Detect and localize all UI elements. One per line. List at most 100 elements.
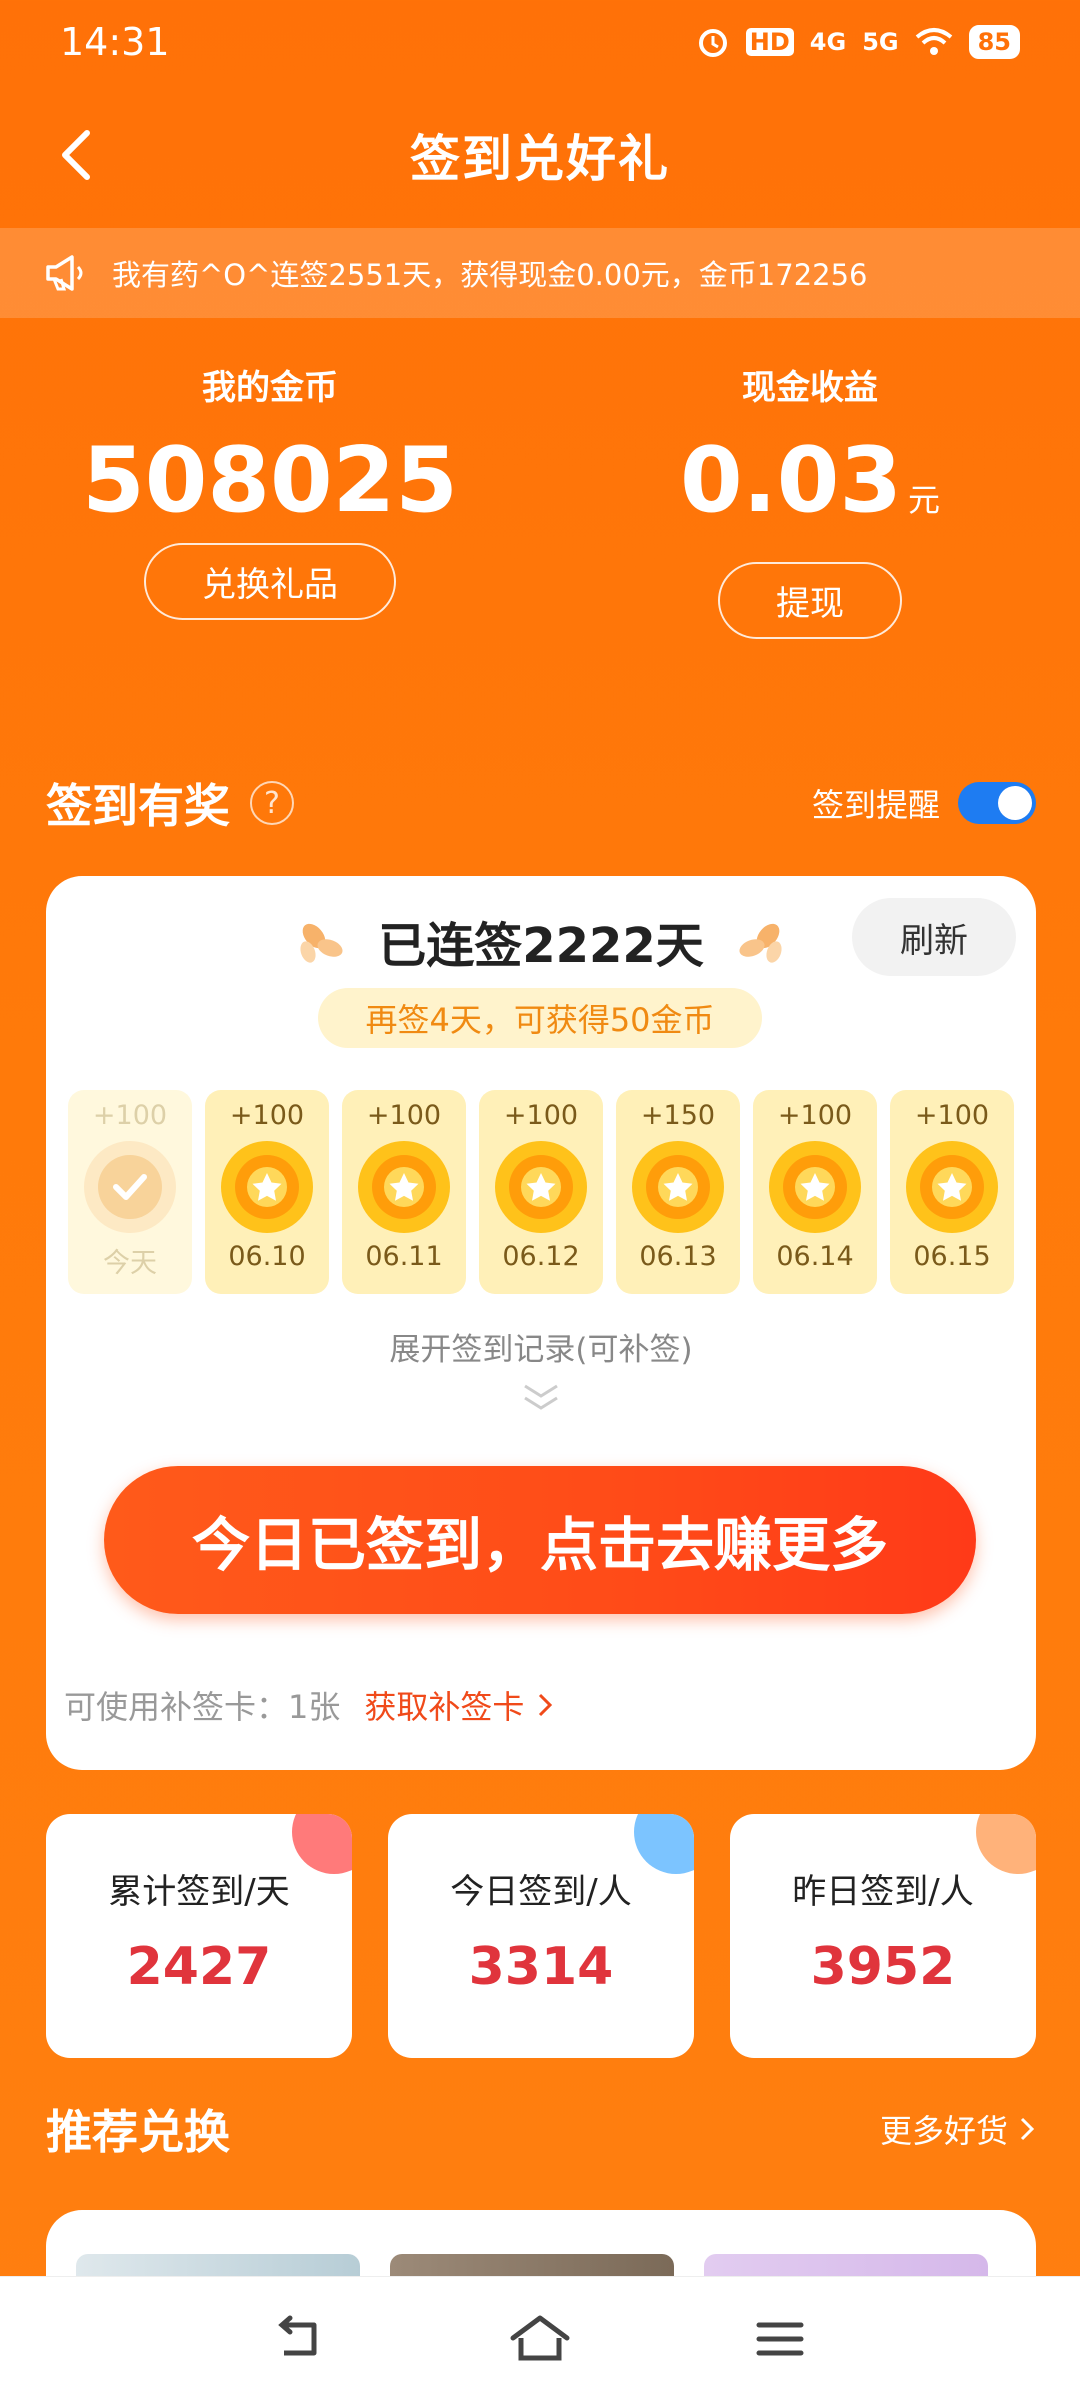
day-points: +100	[914, 1100, 990, 1131]
battery-indicator: 85	[968, 25, 1020, 59]
stat-card-total: 累计签到/天 2427	[46, 1814, 352, 2058]
signin-section-title-row: 签到有奖 ?	[46, 770, 294, 836]
star-coin-icon	[221, 1141, 313, 1233]
day-item[interactable]: +150 06.13	[616, 1090, 740, 1294]
help-icon[interactable]: ?	[250, 781, 294, 825]
star-coin-icon	[632, 1141, 724, 1233]
signin-stats: 累计签到/天 2427 今日签到/人 3314 昨日签到/人 3952	[46, 1814, 1036, 2058]
signal-5g-icon: 5G	[862, 28, 899, 56]
stat-card-label: 昨日签到/人	[792, 1872, 974, 1912]
chevron-left-icon	[62, 130, 90, 180]
day-item[interactable]: +100 06.11	[342, 1090, 466, 1294]
day-item[interactable]: +100 06.10	[205, 1090, 329, 1294]
get-makeup-card-link[interactable]: 获取补签卡	[364, 1682, 554, 1728]
day-item[interactable]: +100 06.12	[479, 1090, 603, 1294]
day-date: 06.14	[776, 1241, 854, 1272]
day-date: 06.10	[228, 1241, 306, 1272]
withdraw-button[interactable]: 提现	[718, 562, 902, 639]
day-points: +150	[640, 1100, 716, 1131]
cash-block: 现金收益 0.03 元 提现	[610, 360, 1010, 639]
signin-section-title: 签到有奖	[46, 779, 230, 833]
back-arrow-icon	[278, 2315, 317, 2355]
cash-value-row: 0.03 元	[610, 431, 1010, 550]
day-date: 06.15	[913, 1241, 991, 1272]
coins-block: 我的金币 508025 兑换礼品	[70, 360, 470, 620]
signin-section-header: 签到有奖 ? 签到提醒	[46, 770, 1036, 836]
reminder-toggle[interactable]	[958, 782, 1036, 824]
double-chevron-down-icon[interactable]	[521, 1382, 561, 1412]
balance-summary: 我的金币 508025 兑换礼品 现金收益 0.03 元 提现	[0, 360, 1080, 640]
page-title: 签到兑好礼	[410, 130, 670, 188]
cash-label: 现金收益	[742, 368, 878, 408]
day-date: 今天	[103, 1248, 157, 1279]
laurel-right-icon	[728, 916, 788, 966]
star-coin-icon	[906, 1141, 998, 1233]
hd-icon: HD	[745, 28, 794, 56]
coins-value: 508025	[82, 428, 458, 533]
makeup-card-row: 可使用补签卡： 1张 获取补签卡	[64, 1682, 554, 1728]
exchange-gift-button[interactable]: 兑换礼品	[144, 543, 396, 620]
recommend-title: 推荐兑换	[46, 2105, 230, 2159]
star-coin-icon	[358, 1141, 450, 1233]
day-points: +100	[366, 1100, 442, 1131]
system-home-button[interactable]	[495, 2294, 585, 2384]
stat-card-yesterday: 昨日签到/人 3952	[730, 1814, 1036, 2058]
makeup-label: 可使用补签卡：	[64, 1688, 289, 1726]
day-points: +100	[503, 1100, 579, 1131]
stat-card-value: 3314	[468, 1937, 614, 1997]
reminder-label: 签到提醒	[811, 786, 940, 824]
stat-card-label: 今日签到/人	[450, 1872, 632, 1912]
day-item[interactable]: +100 06.15	[890, 1090, 1014, 1294]
get-makeup-card-label: 获取补签卡	[364, 1688, 525, 1726]
refresh-button[interactable]: 刷新	[852, 898, 1016, 976]
day-date: 06.13	[639, 1241, 717, 1272]
recommend-section-header: 推荐兑换 更多好货	[46, 2096, 1036, 2162]
notice-text: 我有药^O^连签2551天，获得现金0.00元，金币172256	[112, 258, 868, 292]
reward-hint: 再签4天，可获得50金币	[318, 988, 762, 1048]
day-points: +100	[777, 1100, 853, 1131]
expand-records-link[interactable]: 展开签到记录(可补签)	[46, 1324, 1036, 1369]
back-button[interactable]	[40, 120, 110, 190]
star-coin-icon	[495, 1141, 587, 1233]
more-goods-link[interactable]: 更多好货	[880, 2106, 1036, 2152]
earn-more-button[interactable]: 今日已签到，点击去赚更多	[104, 1466, 976, 1614]
nav-bar: 签到兑好礼	[0, 100, 1080, 210]
wifi-icon	[915, 27, 953, 57]
reminder-row: 签到提醒	[812, 780, 1036, 826]
stat-card-value: 2427	[126, 1937, 272, 1997]
cash-unit: 元	[908, 481, 941, 519]
home-icon	[510, 2315, 570, 2360]
makeup-count: 1张	[288, 1688, 341, 1726]
alarm-icon	[696, 25, 730, 59]
cash-value: 0.03	[679, 428, 903, 533]
day-item[interactable]: +100 06.14	[753, 1090, 877, 1294]
chevron-right-icon	[1020, 2117, 1035, 2141]
status-icons: HD 4G 5G 85	[696, 25, 1020, 59]
day-points: +100	[92, 1100, 168, 1131]
system-menu-button[interactable]	[735, 2294, 825, 2384]
chevron-right-icon	[539, 1693, 553, 1717]
stat-card-today: 今日签到/人 3314	[388, 1814, 694, 2058]
day-list: +100 今天 +100 06.10 +100 06.11 +100 06.12…	[68, 1090, 1014, 1294]
signal-4g-icon: 4G	[809, 28, 847, 56]
toggle-knob	[998, 786, 1032, 820]
streak-text: 已连签2222天	[378, 918, 704, 974]
notice-banner: 我有药^O^连签2551天，获得现金0.00元，金币172256	[0, 228, 1080, 318]
laurel-left-icon	[294, 916, 354, 966]
stat-card-label: 累计签到/天	[108, 1872, 290, 1912]
more-goods-label: 更多好货	[879, 2112, 1008, 2150]
status-bar: 14:31 HD 4G 5G 85	[0, 0, 1080, 84]
signin-card: 已连签2222天 刷新 再签4天，可获得50金币 +100 今天 +100 06…	[46, 876, 1036, 1770]
star-coin-icon	[769, 1141, 861, 1233]
check-coin-icon	[84, 1141, 176, 1233]
megaphone-icon	[44, 253, 88, 293]
day-points: +100	[229, 1100, 305, 1131]
coins-label: 我的金币	[202, 368, 338, 408]
status-time: 14:31	[60, 20, 170, 64]
system-back-button[interactable]	[255, 2294, 345, 2384]
day-date: 06.12	[502, 1241, 580, 1272]
menu-icon	[756, 2322, 804, 2355]
stat-card-value: 3952	[810, 1937, 956, 1997]
system-nav-bar	[0, 2276, 1080, 2400]
day-item[interactable]: +100 今天	[68, 1090, 192, 1294]
